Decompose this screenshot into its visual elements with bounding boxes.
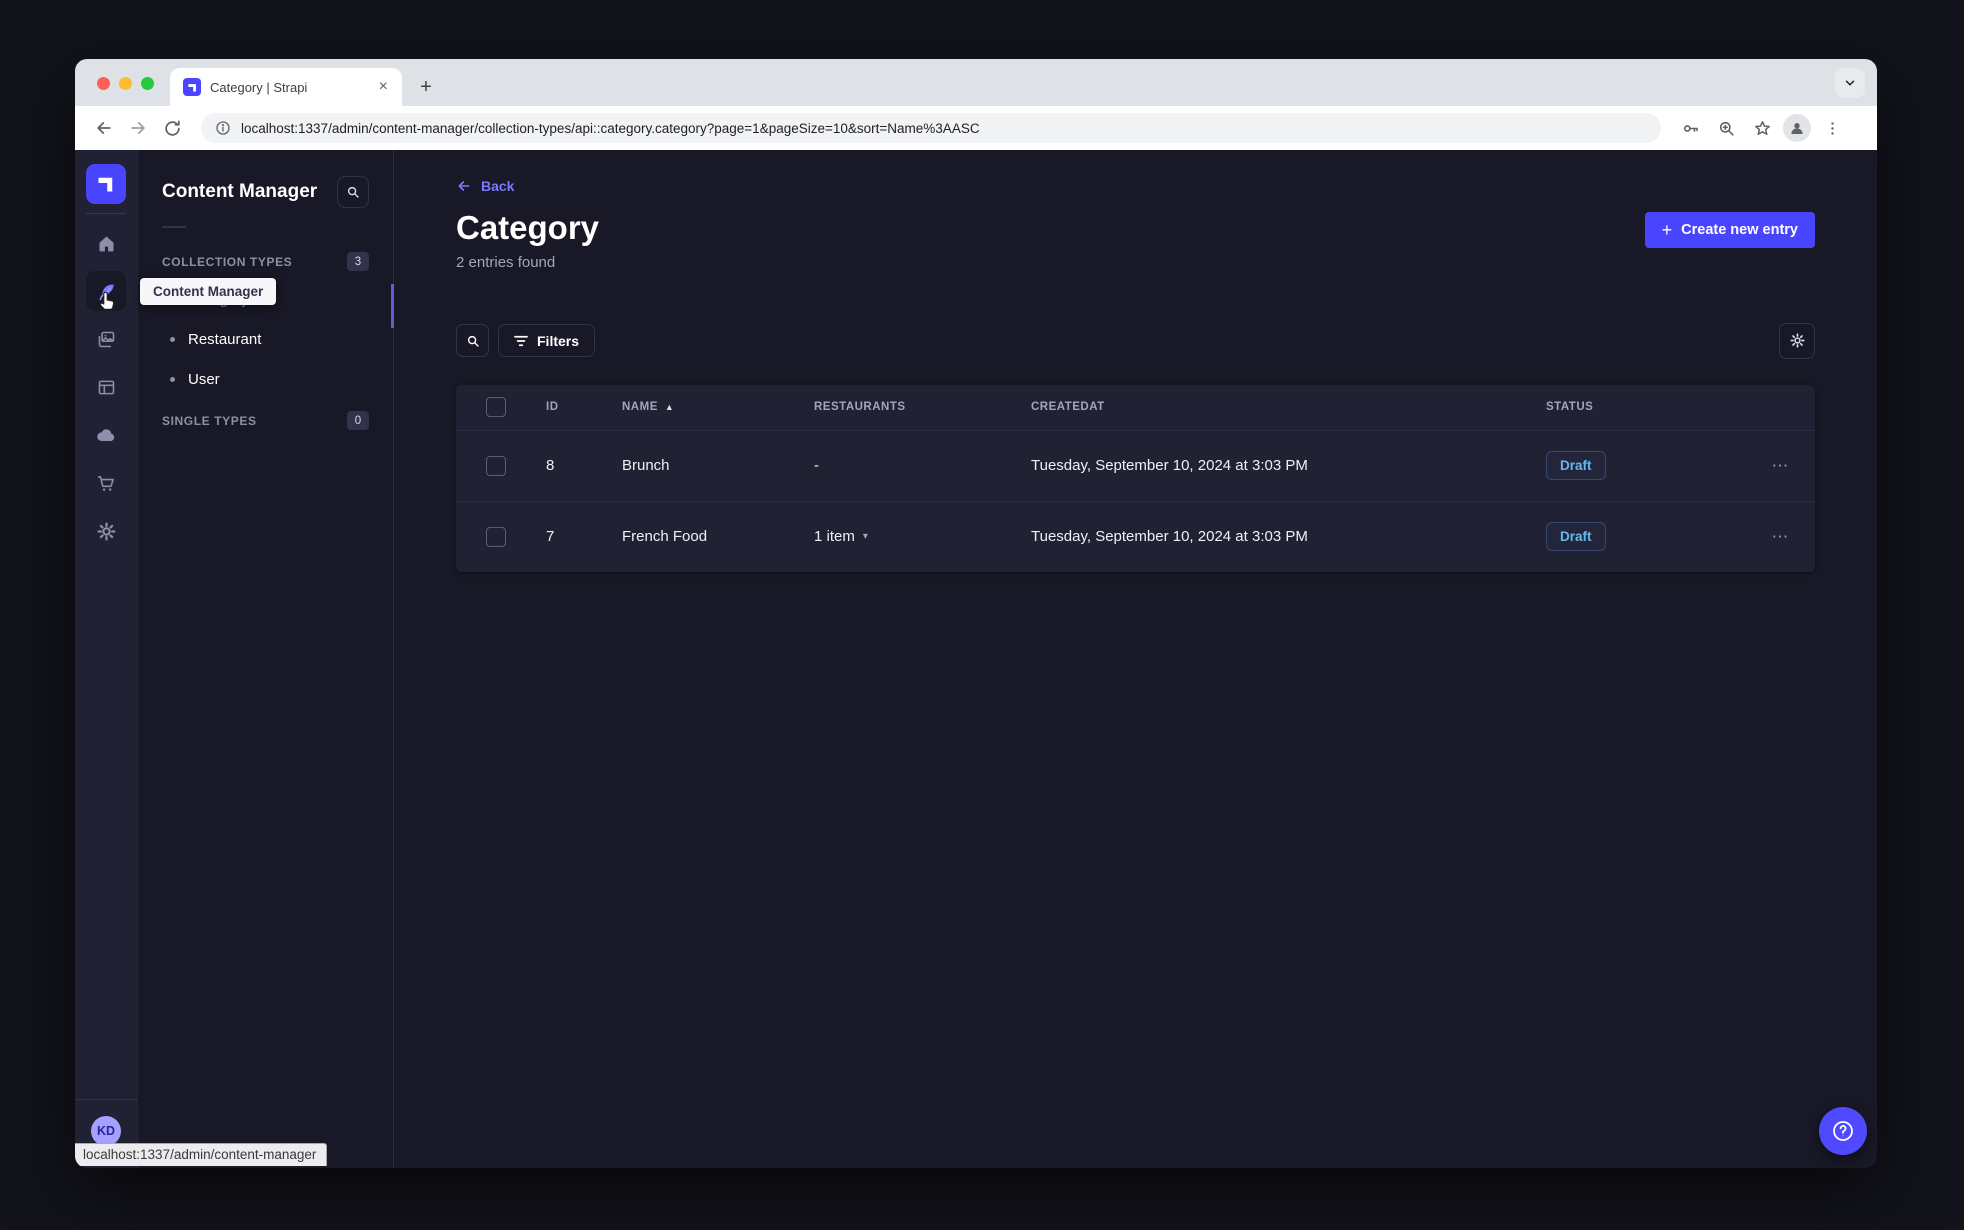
cell-restaurants[interactable]: - ▾ bbox=[814, 457, 1031, 474]
table-row[interactable]: 8 Brunch - ▾ Tuesday, September 10, 2024… bbox=[456, 429, 1815, 501]
navbar-divider bbox=[86, 213, 126, 214]
collection-types-count-badge: 3 bbox=[347, 252, 369, 271]
browser-toolbar: localhost:1337/admin/content-manager/col… bbox=[75, 106, 1877, 150]
new-tab-button[interactable]: + bbox=[412, 73, 440, 101]
browser-tab[interactable]: Category | Strapi × bbox=[170, 68, 402, 106]
help-button[interactable] bbox=[1819, 1107, 1867, 1155]
cell-name: French Food bbox=[622, 528, 708, 546]
entries-count: 2 entries found bbox=[456, 253, 556, 271]
page-title: Category bbox=[456, 209, 600, 246]
column-header-restaurants[interactable]: RESTAURANTS bbox=[814, 401, 1031, 413]
row-more-icon[interactable]: ⋯ bbox=[1772, 456, 1790, 476]
table-header-row: ID NAME ▲ RESTAURANTS CREATEDAT STATUS bbox=[456, 385, 1815, 430]
question-mark-icon bbox=[1833, 1121, 1853, 1141]
url-text: localhost:1337/admin/content-manager/col… bbox=[241, 120, 980, 136]
column-header-status[interactable]: STATUS bbox=[1546, 401, 1746, 413]
content-manager-subnav: Content Manager COLLECTION TYPES 3 Categ… bbox=[138, 150, 394, 1168]
zoom-window-button[interactable] bbox=[141, 77, 154, 90]
cell-name: Brunch bbox=[622, 457, 670, 475]
content-manager-icon[interactable] bbox=[86, 271, 126, 311]
content-type-builder-icon[interactable] bbox=[86, 367, 126, 407]
site-info-icon[interactable] bbox=[215, 120, 231, 136]
status-badge: Draft bbox=[1546, 451, 1606, 481]
subnav-divider bbox=[162, 226, 186, 228]
nav-tooltip: Content Manager bbox=[140, 278, 277, 305]
strapi-logo-icon[interactable] bbox=[86, 164, 126, 204]
back-arrow-icon bbox=[458, 181, 470, 191]
bullet-icon bbox=[170, 336, 175, 342]
tab-search-chevron-icon[interactable] bbox=[1835, 68, 1865, 98]
media-library-icon[interactable] bbox=[86, 319, 126, 359]
filter-icon bbox=[514, 335, 528, 346]
back-link[interactable]: Back bbox=[456, 178, 514, 194]
bookmark-star-icon[interactable] bbox=[1747, 113, 1777, 143]
cell-restaurants[interactable]: 1 item ▾ bbox=[814, 528, 1031, 545]
subnav-search-button[interactable] bbox=[337, 176, 369, 208]
zoom-magnifier-icon[interactable] bbox=[1711, 113, 1741, 143]
reload-icon[interactable] bbox=[157, 113, 187, 143]
tab-title: Category | Strapi bbox=[210, 79, 308, 95]
search-button[interactable] bbox=[456, 324, 489, 358]
back-arrow-icon[interactable] bbox=[89, 113, 119, 143]
sort-asc-icon: ▲ bbox=[664, 402, 675, 413]
cell-createdat: Tuesday, September 10, 2024 at 3:03 PM bbox=[1031, 528, 1308, 546]
bullet-icon bbox=[170, 376, 175, 382]
table-body: 8 Brunch - ▾ Tuesday, September 10, 2024… bbox=[456, 429, 1815, 572]
column-header-name[interactable]: NAME ▲ bbox=[622, 401, 814, 413]
home-icon[interactable] bbox=[86, 223, 126, 263]
filters-button[interactable]: Filters bbox=[498, 324, 596, 358]
table-row[interactable]: 7 French Food 1 item ▾ Tuesday, Septembe… bbox=[456, 500, 1815, 572]
minimize-window-button[interactable] bbox=[119, 77, 132, 90]
main-content: Back Category 2 entries found + Create n… bbox=[394, 150, 1877, 1168]
status-badge: Draft bbox=[1546, 522, 1606, 552]
collection-types-label: COLLECTION TYPES bbox=[162, 254, 293, 269]
close-tab-icon[interactable]: × bbox=[375, 77, 392, 97]
column-header-id[interactable]: ID bbox=[546, 401, 622, 413]
plus-icon: + bbox=[1661, 220, 1673, 240]
traffic-lights bbox=[97, 77, 154, 90]
row-checkbox[interactable] bbox=[486, 526, 506, 547]
table-settings-gear-icon[interactable] bbox=[1779, 322, 1815, 359]
row-checkbox[interactable] bbox=[486, 455, 506, 476]
menu-kebab-icon[interactable] bbox=[1817, 113, 1847, 143]
forward-arrow-icon[interactable] bbox=[123, 113, 153, 143]
toolbar-right-icons bbox=[1675, 113, 1847, 143]
browser-window: Category | Strapi × + localhost:1337/adm… bbox=[75, 59, 1877, 1168]
cell-id: 7 bbox=[546, 528, 555, 546]
single-types-count-badge: 0 bbox=[347, 411, 369, 430]
cell-id: 8 bbox=[546, 457, 555, 475]
passwords-key-icon[interactable] bbox=[1675, 113, 1705, 143]
cell-createdat: Tuesday, September 10, 2024 at 3:03 PM bbox=[1031, 457, 1308, 475]
close-window-button[interactable] bbox=[97, 77, 110, 90]
strapi-admin: KD Content Manager COLLECTION TYPES 3 Re… bbox=[75, 150, 1877, 1168]
tab-strip: Category | Strapi × + bbox=[75, 59, 1877, 106]
table-action-bar: Filters bbox=[456, 322, 1815, 359]
cloud-icon[interactable] bbox=[86, 415, 126, 455]
row-more-icon[interactable]: ⋯ bbox=[1772, 527, 1790, 547]
subnav-item-user[interactable]: User bbox=[138, 359, 393, 399]
subnav-item-restaurant[interactable]: Restaurant bbox=[138, 319, 393, 359]
create-new-entry-button[interactable]: + Create new entry bbox=[1644, 212, 1815, 248]
column-header-createdat[interactable]: CREATEDAT bbox=[1031, 401, 1546, 413]
profile-avatar-icon[interactable] bbox=[1783, 114, 1811, 142]
entries-table: ID NAME ▲ RESTAURANTS CREATEDAT STATUS 8… bbox=[456, 384, 1815, 572]
url-bar[interactable]: localhost:1337/admin/content-manager/col… bbox=[201, 113, 1661, 143]
status-bar-link: localhost:1337/admin/content-manager bbox=[75, 1143, 328, 1166]
settings-gear-icon[interactable] bbox=[86, 511, 126, 551]
single-types-label: SINGLE TYPES bbox=[162, 413, 257, 428]
main-navigation: KD bbox=[75, 150, 138, 1168]
user-avatar[interactable]: KD bbox=[91, 1116, 121, 1146]
marketplace-cart-icon[interactable] bbox=[86, 463, 126, 503]
subnav-title: Content Manager bbox=[162, 181, 318, 202]
chevron-down-icon: ▾ bbox=[862, 531, 868, 543]
strapi-favicon-icon bbox=[183, 78, 201, 96]
select-all-checkbox[interactable] bbox=[486, 397, 506, 418]
